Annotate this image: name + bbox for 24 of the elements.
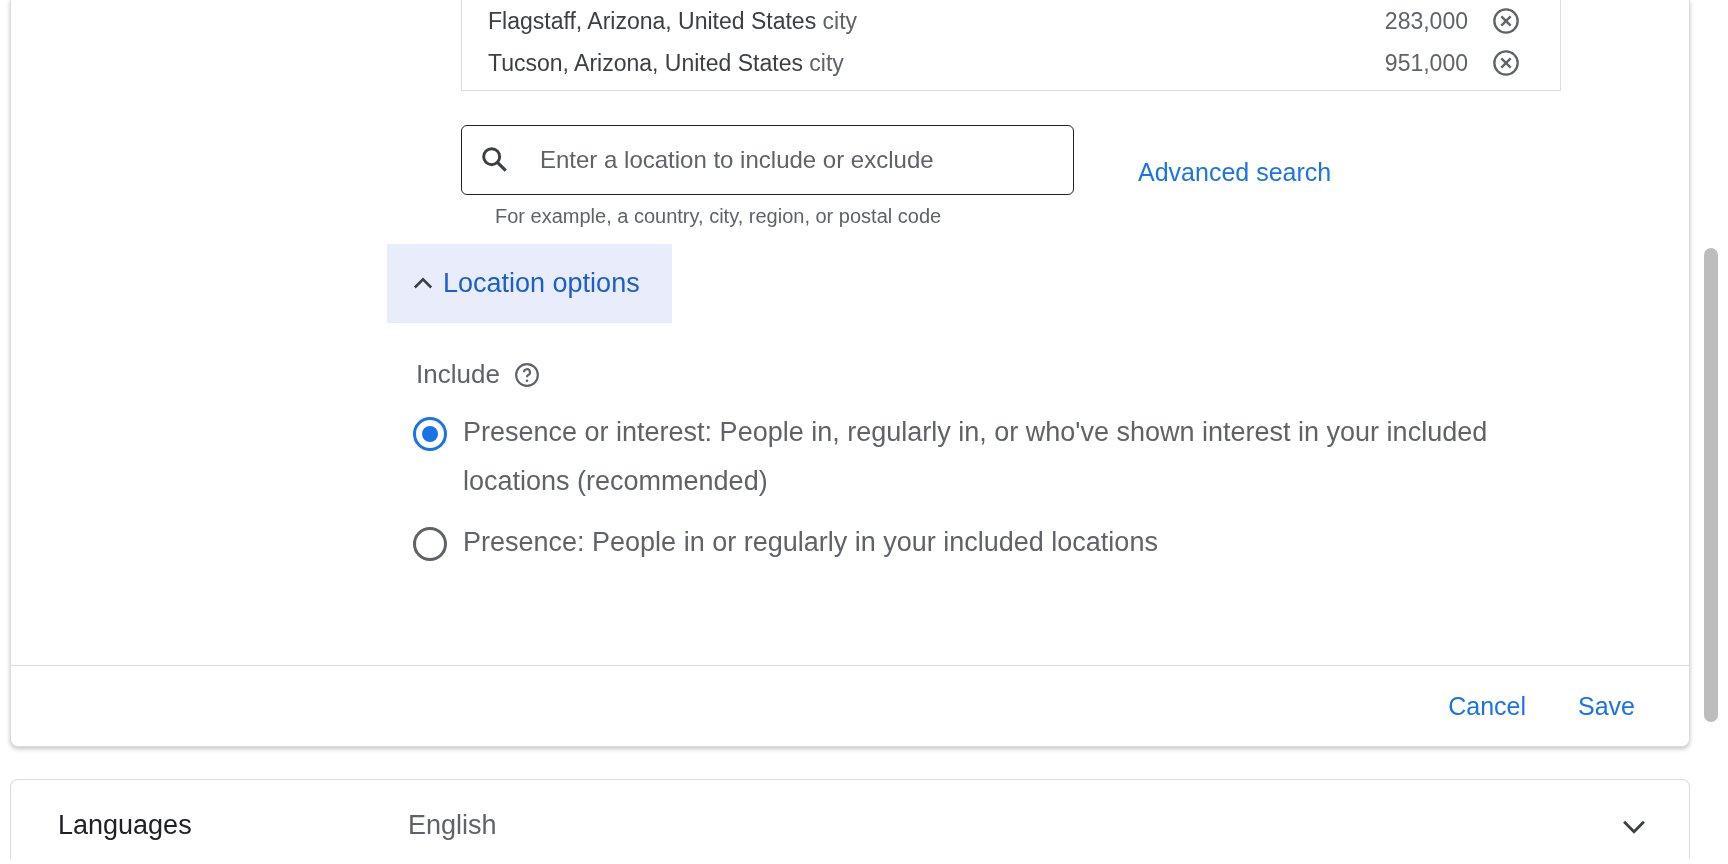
- remove-icon[interactable]: [1492, 7, 1520, 35]
- remove-icon[interactable]: [1492, 49, 1520, 77]
- radio-button[interactable]: [413, 527, 447, 561]
- cancel-button[interactable]: Cancel: [1428, 683, 1546, 729]
- languages-value: English: [408, 810, 498, 841]
- location-name: Flagstaff, Arizona, United States city: [488, 7, 859, 35]
- location-type: city: [809, 49, 844, 76]
- option-label: Presence or interest: People in, regularly in, or who've shown interest in your included locations (recommended): [463, 416, 1489, 498]
- reach-value: 283,000: [1384, 7, 1468, 35]
- scrollbar[interactable]: [1704, 248, 1718, 722]
- option-label: Presence: People in or regularly in your included locations: [463, 526, 1158, 559]
- help-icon[interactable]: [513, 361, 540, 388]
- radio-button[interactable]: [413, 417, 447, 451]
- location-search-field[interactable]: Enter a location to include or exclude: [461, 125, 1074, 195]
- location-type: city: [822, 7, 858, 34]
- location-options-button[interactable]: Location options: [387, 244, 672, 323]
- advanced-search-link[interactable]: Advanced search: [1138, 157, 1332, 187]
- languages-label: Languages: [58, 810, 193, 841]
- save-button[interactable]: Save: [1558, 683, 1655, 729]
- location-name: Tucson, Arizona, United States city: [488, 49, 845, 77]
- reach-value: 951,000: [1384, 49, 1468, 77]
- helper-text: For example, a country, city, region, or postal code: [495, 205, 943, 228]
- languages-card[interactable]: Languages English: [10, 779, 1690, 859]
- include-label: Include: [416, 359, 500, 390]
